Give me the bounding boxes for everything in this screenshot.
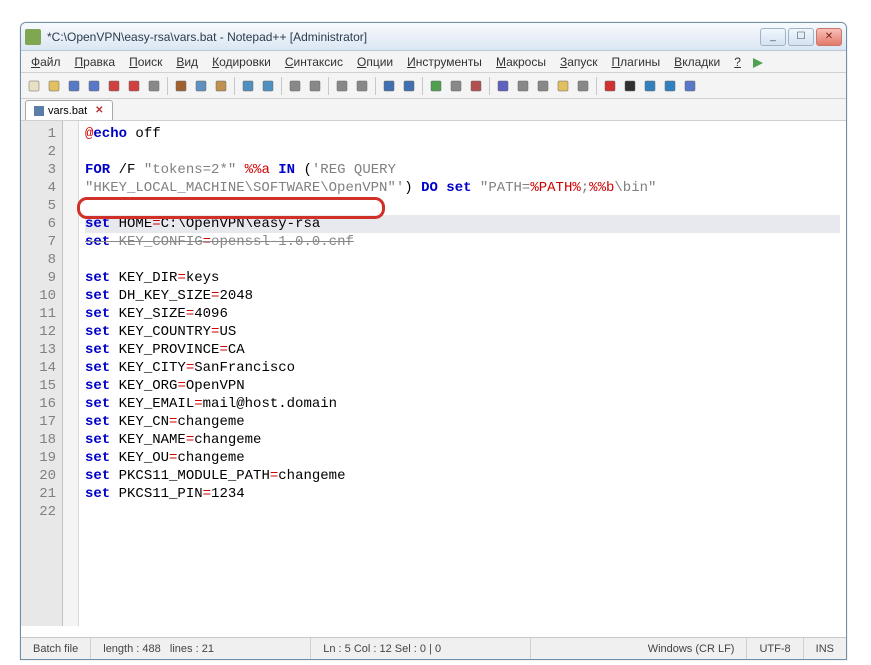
code-line-3[interactable]: FOR /F "tokens=2*" %%a IN ('REG QUERY (85, 161, 840, 179)
status-length-lines: length : 488 lines : 21 (91, 638, 311, 659)
close-button[interactable]: ✕ (816, 28, 842, 46)
code-line-13[interactable]: set KEY_PROVINCE=CA (85, 341, 840, 359)
code-line-20[interactable]: set PKCS11_MODULE_PATH=changeme (85, 467, 840, 485)
zoom-in-icon[interactable] (333, 77, 351, 95)
copy-icon[interactable] (192, 77, 210, 95)
code-line-4[interactable]: "HKEY_LOCAL_MACHINE\SOFTWARE\OpenVPN"') … (85, 179, 840, 197)
status-filetype: Batch file (21, 638, 91, 659)
undo-icon[interactable] (239, 77, 257, 95)
new-file-icon[interactable] (25, 77, 43, 95)
redo-icon[interactable] (259, 77, 277, 95)
menu-?[interactable]: ? (728, 53, 747, 71)
code-line-22[interactable] (85, 503, 840, 521)
code-line-8[interactable] (85, 251, 840, 269)
app-icon (25, 29, 41, 45)
app-window: *C:\OpenVPN\easy-rsa\vars.bat - Notepad+… (20, 22, 847, 660)
print-icon[interactable] (145, 77, 163, 95)
menu-запуск[interactable]: Запуск (554, 53, 604, 71)
stop-macro-icon[interactable] (621, 77, 639, 95)
cut-icon[interactable] (172, 77, 190, 95)
toolbar (21, 73, 846, 99)
statusbar: Batch file length : 488 lines : 21 Ln : … (21, 637, 846, 659)
code-line-5[interactable] (85, 197, 840, 215)
save-icon[interactable] (65, 77, 83, 95)
close-icon[interactable] (105, 77, 123, 95)
tab-vars-bat[interactable]: vars.bat ✕ (25, 100, 113, 120)
func-list-icon[interactable] (534, 77, 552, 95)
code-area[interactable]: @echo off FOR /F "tokens=2*" %%a IN ('REG… (79, 121, 846, 626)
status-eol[interactable]: Windows (CR LF) (636, 638, 748, 659)
doc-map-icon[interactable] (514, 77, 532, 95)
run-macro-icon[interactable] (661, 77, 679, 95)
sync-h-icon[interactable] (400, 77, 418, 95)
paste-icon[interactable] (212, 77, 230, 95)
play-icon (753, 57, 763, 67)
line-number-gutter: 12345678910111213141516171819202122 (21, 121, 63, 626)
folder-view-icon[interactable] (554, 77, 572, 95)
wrap-icon[interactable] (427, 77, 445, 95)
save-macro-icon[interactable] (681, 77, 699, 95)
find-icon[interactable] (286, 77, 304, 95)
code-editor[interactable]: 12345678910111213141516171819202122 @ech… (21, 121, 846, 626)
code-line-18[interactable]: set KEY_NAME=changeme (85, 431, 840, 449)
menu-опции[interactable]: Опции (351, 53, 399, 71)
code-line-11[interactable]: set KEY_SIZE=4096 (85, 305, 840, 323)
save-all-icon[interactable] (85, 77, 103, 95)
code-line-6[interactable]: set HOME=C:\OpenVPN\easy-rsa (85, 215, 840, 233)
code-line-17[interactable]: set KEY_CN=changeme (85, 413, 840, 431)
indent-guide-icon[interactable] (467, 77, 485, 95)
file-icon (34, 106, 44, 116)
show-chars-icon[interactable] (447, 77, 465, 95)
open-file-icon[interactable] (45, 77, 63, 95)
code-line-7[interactable]: set KEY_CONFIG=openssl-1.0.0.cnf (85, 233, 840, 251)
code-line-12[interactable]: set KEY_COUNTRY=US (85, 323, 840, 341)
code-line-10[interactable]: set DH_KEY_SIZE=2048 (85, 287, 840, 305)
code-line-9[interactable]: set KEY_DIR=keys (85, 269, 840, 287)
play-macro-icon[interactable] (641, 77, 659, 95)
close-all-icon[interactable] (125, 77, 143, 95)
status-cursor-pos: Ln : 5 Col : 12 Sel : 0 | 0 (311, 638, 531, 659)
lang-icon[interactable] (494, 77, 512, 95)
menu-файл[interactable]: Файл (25, 53, 67, 71)
code-line-1[interactable]: @echo off (85, 125, 840, 143)
menu-правка[interactable]: Правка (69, 53, 122, 71)
menu-плагины[interactable]: Плагины (606, 53, 667, 71)
code-line-14[interactable]: set KEY_CITY=SanFrancisco (85, 359, 840, 377)
code-line-15[interactable]: set KEY_ORG=OpenVPN (85, 377, 840, 395)
replace-icon[interactable] (306, 77, 324, 95)
fold-margin (63, 121, 79, 626)
code-line-16[interactable]: set KEY_EMAIL=mail@host.domain (85, 395, 840, 413)
menubar: ФайлПравкаПоискВидКодировкиСинтаксисОпци… (21, 51, 846, 73)
zoom-out-icon[interactable] (353, 77, 371, 95)
code-line-2[interactable] (85, 143, 840, 161)
menu-вкладки[interactable]: Вкладки (668, 53, 726, 71)
maximize-button[interactable]: ☐ (788, 28, 814, 46)
sync-v-icon[interactable] (380, 77, 398, 95)
tab-strip: vars.bat ✕ (21, 99, 846, 121)
code-line-21[interactable]: set PKCS11_PIN=1234 (85, 485, 840, 503)
record-macro-icon[interactable] (601, 77, 619, 95)
tab-close-icon[interactable]: ✕ (95, 105, 103, 116)
monitor-icon[interactable] (574, 77, 592, 95)
menu-поиск[interactable]: Поиск (123, 53, 168, 71)
window-title: *C:\OpenVPN\easy-rsa\vars.bat - Notepad+… (47, 30, 760, 44)
status-encoding[interactable]: UTF-8 (747, 638, 803, 659)
code-line-19[interactable]: set KEY_OU=changeme (85, 449, 840, 467)
minimize-button[interactable]: _ (760, 28, 786, 46)
menu-кодировки[interactable]: Кодировки (206, 53, 277, 71)
tab-label: vars.bat (48, 105, 87, 117)
menu-инструменты[interactable]: Инструменты (401, 53, 488, 71)
menu-вид[interactable]: Вид (170, 53, 204, 71)
menu-макросы[interactable]: Макросы (490, 53, 552, 71)
titlebar[interactable]: *C:\OpenVPN\easy-rsa\vars.bat - Notepad+… (21, 23, 846, 51)
status-insert-mode[interactable]: INS (804, 638, 846, 659)
menu-синтаксис[interactable]: Синтаксис (279, 53, 349, 71)
